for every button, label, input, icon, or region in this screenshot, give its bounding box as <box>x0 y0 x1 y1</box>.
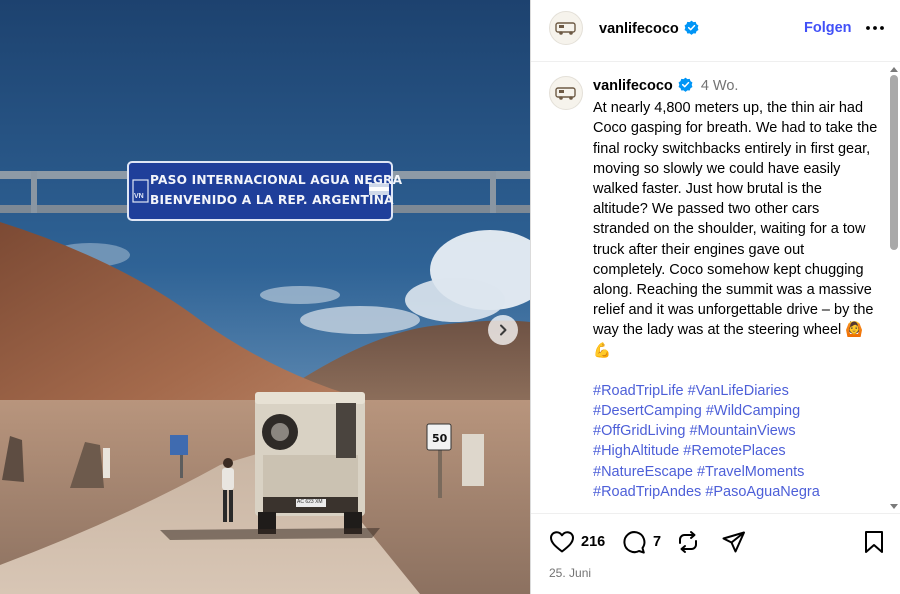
header-username[interactable]: vanlifecoco <box>599 20 699 37</box>
van-logo-icon <box>555 87 576 100</box>
hashtag-link[interactable]: #VanLifeDiaries <box>688 383 789 399</box>
sign-line-1: PASO INTERNACIONAL AGUA NEGRA <box>150 173 403 187</box>
sign-line-2: BIENVENIDO A LA REP. ARGENTINA <box>150 193 394 207</box>
caption-avatar[interactable] <box>549 76 583 110</box>
comment-button[interactable]: 7 <box>621 530 661 554</box>
comment-bubble-icon <box>623 531 646 554</box>
like-button[interactable]: 216 <box>549 530 605 554</box>
hashtag-link[interactable]: #RoadTripLife <box>593 383 684 399</box>
avatar[interactable] <box>549 11 583 45</box>
repost-button[interactable] <box>675 530 701 554</box>
caption-time[interactable]: 4 Wo. <box>701 78 739 94</box>
hashtag-list: #RoadTripLife #VanLifeDiaries #DesertCam… <box>593 381 878 502</box>
post-viewer: PASO INTERNACIONAL AGUA NEGRA BIENVENIDO… <box>0 0 900 594</box>
hashtag-link[interactable]: #WildCamping <box>706 403 800 419</box>
scrollbar-thumb[interactable] <box>890 75 898 250</box>
more-options-button[interactable] <box>865 20 885 41</box>
license-plate: AC 623 XM <box>297 499 323 505</box>
post-caption: vanlifecoco 4 Wo. At nearly 4,800 meters… <box>593 76 878 502</box>
header-username-text[interactable]: vanlifecoco <box>599 21 679 37</box>
more-dots-icon <box>866 26 884 30</box>
post-header: vanlifecoco Folgen <box>531 0 900 62</box>
caption-text: At nearly 4,800 meters up, the thin air … <box>593 100 878 359</box>
chevron-right-icon <box>500 324 507 336</box>
hashtag-link[interactable]: #RemotePlaces <box>683 443 785 459</box>
hashtag-link[interactable]: #NatureEscape <box>593 464 693 480</box>
caption-meta: vanlifecoco 4 Wo. <box>593 76 878 96</box>
caption-username[interactable]: vanlifecoco <box>593 78 673 94</box>
road-sign-number: 50 <box>432 432 448 445</box>
hashtag-link[interactable]: #MountainViews <box>689 423 795 439</box>
like-count[interactable]: 216 <box>581 534 605 550</box>
repost-icon <box>679 531 697 553</box>
hashtag-link[interactable]: #TravelMoments <box>697 464 804 480</box>
hashtag-link[interactable]: #OffGridLiving <box>593 423 685 439</box>
van-logo-icon <box>555 22 576 35</box>
post-date[interactable]: 25. Juni <box>549 566 591 580</box>
bookmark-icon <box>865 531 883 553</box>
share-button[interactable] <box>721 530 747 554</box>
save-button[interactable] <box>863 530 885 554</box>
follow-button[interactable]: Folgen <box>804 20 852 36</box>
heart-icon <box>550 531 574 553</box>
post-details-panel: vanlifecoco Folgen vanlifecoco 4 Wo. At … <box>530 0 900 594</box>
next-image-button[interactable] <box>488 315 518 345</box>
verified-badge-icon <box>678 77 693 92</box>
hashtag-link[interactable]: #PasoAguaNegra <box>705 484 819 500</box>
hashtag-link[interactable]: #HighAltitude <box>593 443 679 459</box>
comment-count[interactable]: 7 <box>653 534 661 550</box>
hashtag-link[interactable]: #RoadTripAndes <box>593 484 701 500</box>
comments-scroll-area[interactable]: vanlifecoco 4 Wo. At nearly 4,800 meters… <box>531 63 900 513</box>
hashtag-link[interactable]: #DesertCamping <box>593 403 702 419</box>
sign-badge: VN <box>134 193 144 200</box>
photo-scene <box>0 0 530 594</box>
post-photo[interactable]: PASO INTERNACIONAL AGUA NEGRA BIENVENIDO… <box>0 0 530 594</box>
verified-badge-icon <box>684 20 699 35</box>
paper-plane-icon <box>722 531 745 553</box>
action-bar: 216 7 25. Juni <box>531 513 900 594</box>
scrollbar[interactable] <box>887 63 900 513</box>
